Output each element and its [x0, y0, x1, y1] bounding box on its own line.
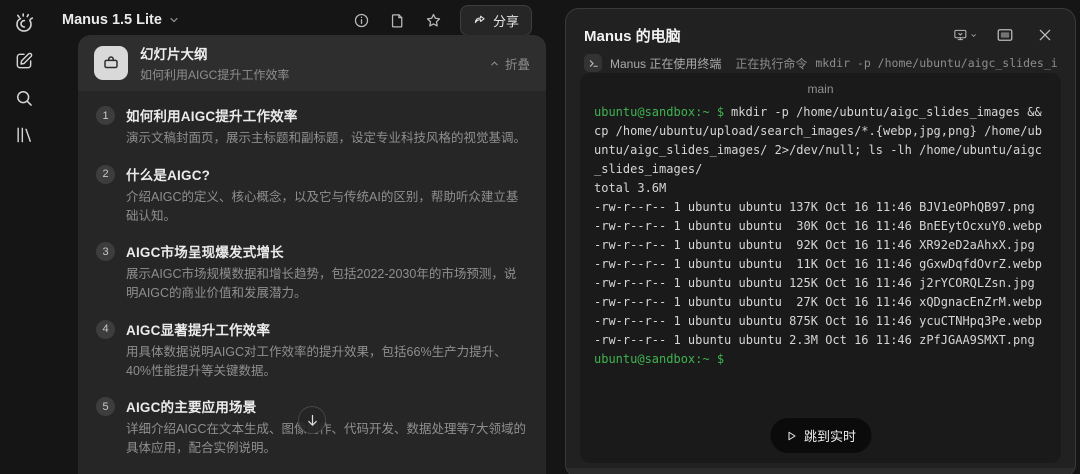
terminal-prompt: ubuntu@sandbox:~ $	[594, 105, 725, 119]
slides-icon	[94, 46, 128, 80]
header-actions: 分享	[348, 4, 532, 36]
manus-logo-icon[interactable]	[9, 9, 39, 39]
outline-item: 3 AIGC市场呈现爆发式增长 展示AIGC市场规模数据和增长趋势，包括2022…	[96, 241, 526, 303]
terminal-file-line: -rw-r--r-- 1 ubuntu ubuntu 30K Oct 16 11…	[594, 219, 1042, 233]
display-select-button[interactable]	[953, 23, 977, 47]
item-desc: 用具体数据说明AIGC对工作效率的提升效果，包括66%生产力提升、40%性能提升…	[126, 344, 507, 378]
library-icon[interactable]	[9, 120, 39, 150]
computer-panel-actions	[953, 23, 1057, 47]
search-icon[interactable]	[9, 83, 39, 113]
terminal-tab: main	[807, 82, 834, 96]
close-icon	[1039, 29, 1051, 41]
jump-to-live-label: 跳到实时	[803, 429, 857, 444]
share-icon	[474, 15, 485, 24]
jump-to-live-button[interactable]: 跳到实时	[769, 418, 872, 453]
terminal-file-line: -rw-r--r-- 1 ubuntu ubuntu 92K Oct 16 11…	[594, 238, 1035, 252]
item-desc: 展示AIGC市场规模数据和增长趋势，包括2022-2030年的市场预测，说明AI…	[126, 267, 517, 300]
computer-panel: Manus 的电脑 Manus 正在使用终端 正在执行命令 mkdir -p /…	[565, 8, 1076, 474]
playback-bar[interactable]	[566, 468, 1075, 474]
screen-icon	[997, 29, 1013, 41]
status-secondary: 正在执行命令	[735, 56, 808, 71]
arrow-down-icon	[307, 414, 317, 426]
item-number: 5	[96, 397, 115, 417]
info-button[interactable]	[348, 6, 376, 34]
star-icon	[427, 13, 441, 27]
status-primary: Manus 正在使用终端	[610, 56, 722, 71]
scroll-down-button[interactable]	[298, 406, 326, 434]
card-subtitle: 如何利用AIGC提升工作效率	[140, 68, 290, 82]
main-header: Manus 1.5 Lite 分享	[48, 0, 558, 40]
item-number: 3	[96, 242, 115, 262]
compose-icon[interactable]	[9, 46, 39, 76]
card-titles: 幻灯片大纲 如何利用AIGC提升工作效率	[140, 43, 289, 83]
item-desc: 演示文稿封面页，展示主标题和副标题，设定专业科技风格的视觉基调。	[126, 131, 527, 145]
terminal-icon	[584, 54, 602, 72]
item-number: 2	[96, 164, 115, 184]
terminal-file-line: -rw-r--r-- 1 ubuntu ubuntu 2.3M Oct 16 1…	[594, 333, 1035, 347]
sidebar	[0, 0, 48, 474]
info-icon	[355, 13, 369, 27]
status-command: mkdir -p /home/ubuntu/aigc_slides_images…	[815, 56, 1057, 70]
outline-item: 1 如何利用AIGC提升工作效率 演示文稿封面页，展示主标题和副标题，设定专业科…	[96, 105, 526, 148]
terminal-output: ubuntu@sandbox:~ $ mkdir -p /home/ubuntu/…	[594, 103, 1047, 369]
app-window: Manus 1.5 Lite 分享 幻灯片大纲 如何利用AIGC提升工作效率 折…	[0, 0, 1080, 474]
fullscreen-button[interactable]	[993, 23, 1017, 47]
chevron-up-icon	[491, 60, 498, 65]
item-desc: 详细介绍AIGC在文本生成、图像创作、代码开发、数据处理等7大领域的具体应用，配…	[126, 422, 527, 455]
outline-item: 4 AIGC显著提升工作效率 用具体数据说明AIGC对工作效率的提升效果，包括6…	[96, 319, 526, 381]
collapse-toggle[interactable]: 折叠	[489, 54, 530, 73]
file-icon	[392, 13, 403, 28]
terminal-total-line: total 3.6M	[594, 181, 667, 195]
outline-item: 2 什么是AIGC? 介绍AIGC的定义、核心概念，以及它与传统AI的区别，帮助…	[96, 164, 526, 226]
item-title: 如何利用AIGC提升工作效率	[126, 109, 298, 124]
item-title: 什么是AIGC?	[126, 167, 211, 183]
item-title: AIGC显著提升工作效率	[126, 322, 271, 338]
star-button[interactable]	[420, 6, 448, 34]
play-icon	[787, 431, 795, 440]
computer-panel-header: Manus 的电脑	[566, 9, 1075, 51]
session-title-dropdown[interactable]: Manus 1.5 Lite	[62, 12, 180, 28]
slide-outline-card: 幻灯片大纲 如何利用AIGC提升工作效率 折叠 1 如何利用AIGC提升工作效率…	[78, 35, 546, 474]
share-label: 分享	[492, 13, 519, 29]
terminal-window: main ubuntu@sandbox:~ $ mkdir -p /home/ub…	[580, 73, 1061, 463]
chevron-down-icon	[971, 33, 976, 37]
monitor-icon	[954, 29, 967, 41]
terminal-file-line: -rw-r--r-- 1 ubuntu ubuntu 125K Oct 16 1…	[594, 276, 1035, 290]
share-button[interactable]: 分享	[459, 4, 532, 36]
terminal-command-line: ubuntu@sandbox:~ $ mkdir -p /home/ubuntu/…	[594, 103, 1047, 179]
item-title: AIGC市场呈现爆发式增长	[126, 245, 284, 261]
terminal-file-line: -rw-r--r-- 1 ubuntu ubuntu 27K Oct 16 11…	[594, 295, 1042, 309]
item-desc: 介绍AIGC的定义、核心概念，以及它与传统AI的区别，帮助听众建立基础认知。	[126, 189, 519, 223]
session-title: Manus 1.5 Lite	[62, 12, 162, 28]
close-button[interactable]	[1033, 23, 1057, 47]
terminal-file-line: -rw-r--r-- 1 ubuntu ubuntu 11K Oct 16 11…	[594, 257, 1042, 271]
export-file-button[interactable]	[384, 6, 412, 34]
chevron-down-icon	[170, 17, 178, 23]
item-title: AIGC的主要应用场景	[126, 400, 257, 416]
terminal-file-line: -rw-r--r-- 1 ubuntu ubuntu 875K Oct 16 1…	[594, 314, 1042, 328]
item-number: 1	[96, 106, 115, 125]
terminal-prompt-end: ubuntu@sandbox:~ $	[594, 352, 725, 366]
item-number: 4	[96, 319, 115, 339]
computer-panel-title: Manus 的电脑	[584, 27, 681, 45]
collapse-label: 折叠	[504, 57, 530, 72]
slide-outline-card-header[interactable]: 幻灯片大纲 如何利用AIGC提升工作效率 折叠	[78, 35, 546, 91]
terminal-file-line: -rw-r--r-- 1 ubuntu ubuntu 137K Oct 16 1…	[594, 200, 1035, 214]
card-title: 幻灯片大纲	[140, 47, 208, 62]
